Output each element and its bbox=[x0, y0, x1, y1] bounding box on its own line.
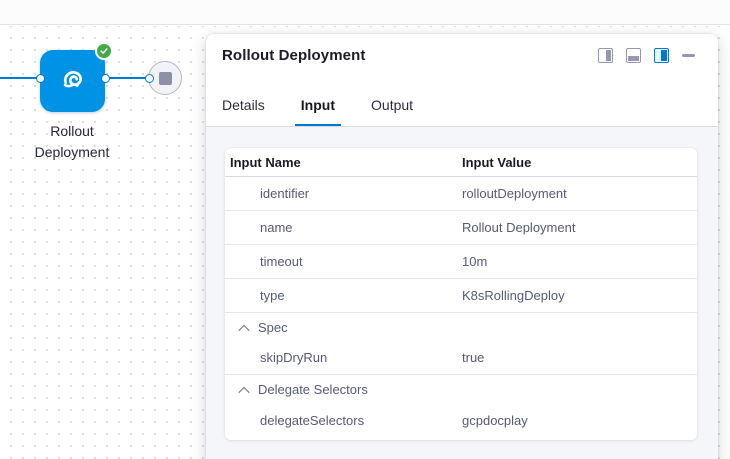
table-row: delegateSelectors gcpdocplay bbox=[225, 403, 697, 437]
input-value-cell: Rollout Deployment bbox=[462, 220, 575, 235]
section-row[interactable]: Spec bbox=[225, 313, 697, 341]
table-header-row: Input Name Input Value bbox=[225, 148, 697, 177]
input-value-cell: K8sRollingDeploy bbox=[462, 288, 565, 303]
tab-details[interactable]: Details bbox=[216, 97, 271, 127]
chevron-up-icon[interactable] bbox=[238, 324, 249, 335]
input-table-card: Input Name Input Value identifier rollou… bbox=[225, 148, 697, 440]
table-rows: identifier rolloutDeployment name Rollou… bbox=[225, 177, 697, 437]
column-header-input-name: Input Name bbox=[230, 155, 462, 170]
dock-right-icon[interactable] bbox=[598, 48, 613, 63]
node-port-right[interactable] bbox=[101, 74, 110, 83]
canvas-header-strip bbox=[0, 0, 730, 25]
table-row: skipDryRun true bbox=[225, 341, 697, 375]
input-name-cell: skipDryRun bbox=[260, 350, 462, 365]
connector-line-outgoing bbox=[105, 77, 150, 79]
input-value-cell: true bbox=[462, 350, 484, 365]
tab-output[interactable]: Output bbox=[365, 97, 419, 127]
minimize-icon[interactable] bbox=[682, 54, 695, 57]
node-port-left[interactable] bbox=[36, 74, 45, 83]
dock-right-active-icon[interactable] bbox=[654, 48, 669, 63]
end-node-port[interactable] bbox=[145, 74, 154, 83]
input-name-cell: identifier bbox=[260, 186, 462, 201]
input-name-cell: name bbox=[260, 220, 462, 235]
panel-body: Input Name Input Value identifier rollou… bbox=[206, 127, 718, 459]
table-row: type K8sRollingDeploy bbox=[225, 279, 697, 313]
dock-bottom-icon[interactable] bbox=[626, 48, 641, 63]
panel-controls bbox=[598, 48, 695, 63]
input-value-cell: 10m bbox=[462, 254, 487, 269]
step-details-panel: Rollout Deployment Details Input Output … bbox=[206, 34, 718, 459]
input-name-cell: timeout bbox=[260, 254, 462, 269]
section-row[interactable]: Delegate Selectors bbox=[225, 375, 697, 403]
table-row: timeout 10m bbox=[225, 245, 697, 279]
input-value-cell: gcpdocplay bbox=[462, 413, 528, 428]
step-node-rollout-deployment[interactable] bbox=[40, 50, 105, 112]
table-row: name Rollout Deployment bbox=[225, 211, 697, 245]
input-value-cell: rolloutDeployment bbox=[462, 186, 567, 201]
connector-line-incoming bbox=[0, 77, 40, 79]
step-node-label: Rollout Deployment bbox=[17, 121, 127, 163]
chevron-up-icon[interactable] bbox=[238, 386, 249, 397]
table-row: identifier rolloutDeployment bbox=[225, 177, 697, 211]
success-check-icon bbox=[95, 42, 113, 60]
panel-tabs: Details Input Output bbox=[216, 94, 419, 127]
input-name-cell: type bbox=[260, 288, 462, 303]
section-label: Spec bbox=[258, 320, 288, 335]
input-name-cell: delegateSelectors bbox=[260, 413, 462, 428]
panel-title: Rollout Deployment bbox=[222, 47, 365, 64]
tab-input[interactable]: Input bbox=[295, 97, 341, 127]
rolling-deploy-icon bbox=[60, 66, 86, 97]
column-header-input-value: Input Value bbox=[462, 155, 531, 170]
stop-square-icon bbox=[159, 72, 172, 85]
section-label: Delegate Selectors bbox=[258, 382, 368, 397]
